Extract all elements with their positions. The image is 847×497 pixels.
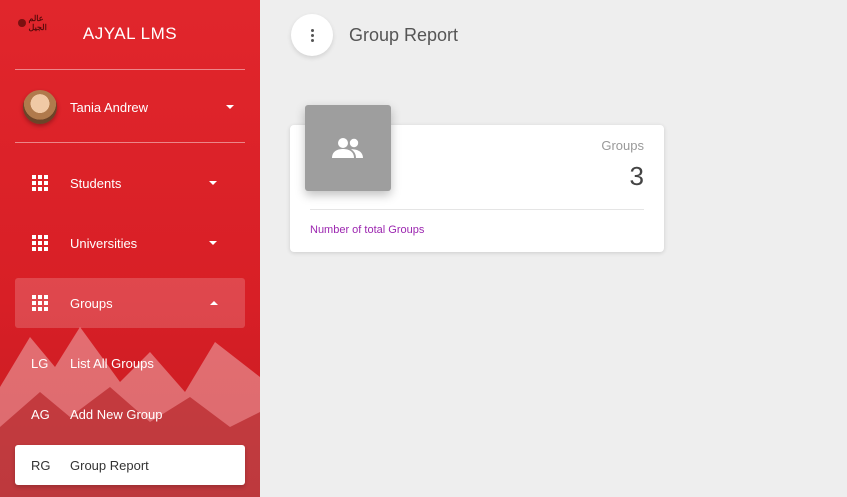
sidebar-item-groups[interactable]: Groups [15, 278, 245, 328]
brand-title[interactable]: AJYAL LMS [0, 24, 260, 44]
user-name: Tania Andrew [70, 99, 149, 115]
subitem-abbr: LG [31, 355, 49, 371]
chevron-up-icon [210, 301, 218, 305]
chevron-down-icon [209, 181, 217, 185]
divider [15, 69, 245, 70]
card-category: Groups [601, 138, 644, 153]
apps-grid-icon [32, 295, 48, 311]
subitem-label: Group Report [70, 457, 149, 473]
avatar [23, 90, 57, 124]
group-icon [305, 105, 391, 191]
sidebar-item-label: Groups [70, 295, 113, 311]
sidebar-subitem-group-report[interactable]: RG Group Report [15, 445, 245, 485]
apps-grid-icon [32, 235, 48, 251]
sidebar-item-label: Students [70, 175, 122, 191]
sidebar-item-universities[interactable]: Universities [15, 218, 245, 268]
sidebar-item-label: Universities [70, 235, 138, 251]
sidebar: عالم الجيل AJYAL LMS Tania Andrew Studen… [0, 0, 260, 497]
chevron-down-icon [226, 105, 234, 109]
subitem-abbr: AG [31, 406, 50, 422]
subitem-abbr: RG [31, 457, 51, 473]
sidebar-subitem-add-new-group[interactable]: AG Add New Group [15, 394, 245, 434]
user-menu[interactable]: Tania Andrew [15, 86, 245, 128]
chevron-down-icon [209, 241, 217, 245]
sidebar-toggle-button[interactable] [291, 14, 333, 56]
sidebar-subitem-list-all-groups[interactable]: LG List All Groups [15, 343, 245, 383]
page-title: Group Report [349, 25, 459, 45]
apps-grid-icon [32, 175, 48, 191]
sidebar-item-students[interactable]: Students [15, 158, 245, 208]
subitem-label: List All Groups [70, 355, 154, 371]
card-footer: Number of total Groups [310, 224, 425, 236]
divider [15, 142, 245, 143]
subitem-label: Add New Group [70, 406, 163, 422]
divider [310, 209, 644, 210]
more-vertical-icon [310, 28, 314, 42]
card-value: 3 [629, 161, 644, 191]
